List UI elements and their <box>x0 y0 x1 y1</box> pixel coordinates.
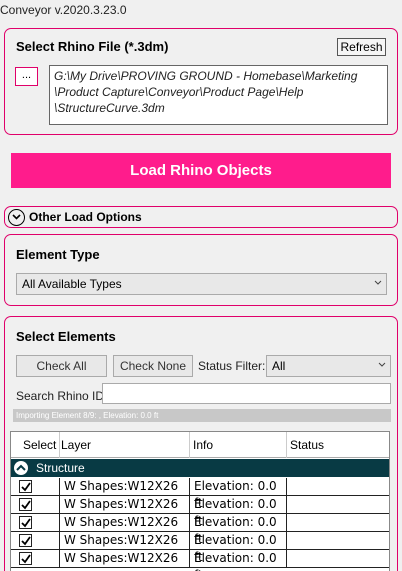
chevron-up-icon[interactable] <box>14 461 28 475</box>
table-row[interactable]: W Shapes:W12X26Elevation: 0.0 ft <box>11 550 389 571</box>
search-rhino-id-label: Search Rhino ID: <box>16 389 108 403</box>
cell-layer: W Shapes:W12X26 <box>59 496 189 514</box>
cell-status <box>286 478 383 496</box>
element-type-select[interactable]: All Available Types <box>16 273 387 295</box>
group-label: Structure <box>36 461 85 475</box>
status-filter-select[interactable]: All <box>266 355 391 377</box>
table-row[interactable]: W Shapes:W12X26Elevation: 0.0 ft <box>11 514 389 546</box>
file-panel-title: Select Rhino File (*.3dm) <box>16 39 169 54</box>
checkmark-icon <box>21 500 31 510</box>
cell-layer: W Shapes:W12X26 <box>59 550 189 568</box>
file-panel: Select Rhino File (*.3dm) Refresh ... G:… <box>4 28 398 135</box>
elements-grid: Select Layer Info Status Structure W Sha… <box>10 431 390 571</box>
other-load-options-label: Other Load Options <box>29 210 142 224</box>
cell-status <box>286 532 383 550</box>
check-all-button[interactable]: Check All <box>16 355 107 377</box>
group-header-structure[interactable]: Structure <box>11 459 389 477</box>
row-checkbox[interactable] <box>19 480 32 493</box>
table-row[interactable]: W Shapes:W12X26Elevation: 0.0 ft <box>11 496 389 528</box>
window-title: Conveyor v.2020.3.23.0 <box>0 3 127 17</box>
table-row[interactable]: W Shapes:W12X26Elevation: 0.0 ft <box>11 478 389 510</box>
search-rhino-id-input[interactable] <box>102 383 391 404</box>
checkmark-icon <box>21 482 31 492</box>
other-load-options-expander[interactable]: Other Load Options <box>4 206 398 228</box>
row-checkbox[interactable] <box>19 516 32 529</box>
column-header-select[interactable]: Select <box>23 438 56 452</box>
cell-layer: W Shapes:W12X26 <box>59 478 189 496</box>
file-path-line: \Product Capture\Conveyor\Product Page\H… <box>54 85 304 99</box>
file-path-line: G:\My Drive\PROVING GROUND - Homebase\Ma… <box>54 69 358 83</box>
column-header-info[interactable]: Info <box>193 438 213 452</box>
chevron-down-icon <box>374 280 382 285</box>
import-progress-bar: Importing Element 8/9: , Elevation: 0.0 … <box>13 409 391 422</box>
status-filter-label: Status Filter: <box>198 359 266 373</box>
cell-info: Elevation: 0.0 ft <box>189 478 286 510</box>
chevron-down-circle-icon[interactable] <box>8 209 25 226</box>
chevron-down-icon <box>378 362 386 367</box>
row-checkbox[interactable] <box>19 534 32 547</box>
cell-info: Elevation: 0.0 ft <box>189 532 286 564</box>
check-none-button[interactable]: Check None <box>113 355 193 377</box>
select-elements-panel: Select Elements Check All Check None Sta… <box>4 316 398 571</box>
cell-info: Elevation: 0.0 ft <box>189 496 286 528</box>
grid-header: Select Layer Info Status <box>11 432 389 458</box>
cell-status <box>286 514 383 532</box>
element-type-panel: Element Type All Available Types <box>4 234 398 306</box>
select-elements-title: Select Elements <box>16 329 116 344</box>
cell-info: Elevation: 0.0 ft <box>189 550 286 571</box>
row-checkbox[interactable] <box>19 498 32 511</box>
cell-status <box>286 496 383 514</box>
column-header-status[interactable]: Status <box>290 438 324 452</box>
cell-layer: W Shapes:W12X26 <box>59 532 189 550</box>
cell-layer: W Shapes:W12X26 <box>59 514 189 532</box>
refresh-button[interactable]: Refresh <box>337 38 386 56</box>
checkmark-icon <box>21 554 31 564</box>
load-rhino-objects-button[interactable]: Load Rhino Objects <box>11 153 391 188</box>
browse-file-button[interactable]: ... <box>15 67 38 86</box>
column-header-layer[interactable]: Layer <box>61 438 91 452</box>
element-type-value: All Available Types <box>22 277 122 291</box>
checkmark-icon <box>21 518 31 528</box>
element-type-title: Element Type <box>16 247 100 262</box>
cell-info: Elevation: 0.0 ft <box>189 514 286 546</box>
status-filter-value: All <box>272 359 286 373</box>
file-path-field[interactable]: G:\My Drive\PROVING GROUND - Homebase\Ma… <box>49 65 388 125</box>
row-checkbox[interactable] <box>19 552 32 565</box>
file-path-line: \StructureCurve.3dm <box>54 101 165 115</box>
cell-status <box>286 550 383 568</box>
table-row[interactable]: W Shapes:W12X26Elevation: 0.0 ft <box>11 532 389 564</box>
checkmark-icon <box>21 536 31 546</box>
